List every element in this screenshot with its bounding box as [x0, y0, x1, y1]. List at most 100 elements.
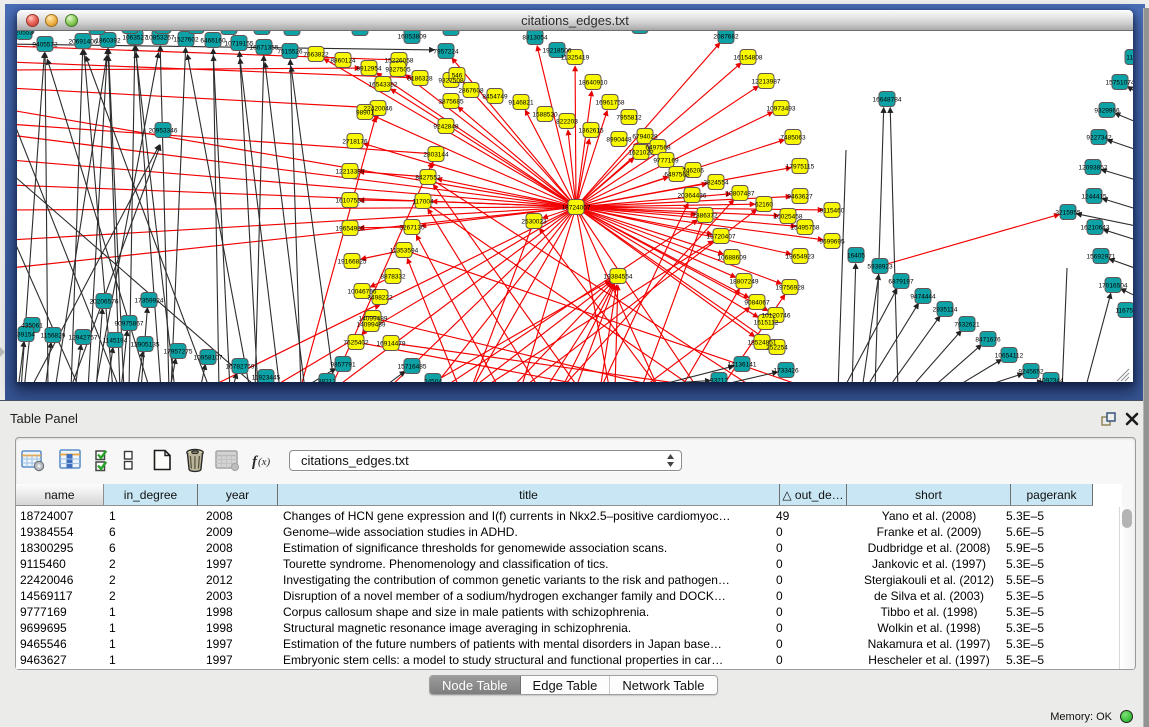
svg-text:24504: 24504 — [424, 378, 442, 382]
svg-text:8878332: 8878332 — [380, 273, 406, 280]
svg-text:9857791: 9857791 — [330, 361, 356, 368]
svg-text:9242848: 9242848 — [433, 123, 459, 130]
svg-text:10025458: 10025458 — [774, 213, 803, 220]
svg-text:14136141: 14136141 — [728, 361, 757, 368]
svg-text:20953346: 20953346 — [149, 127, 178, 134]
svg-text:6794028: 6794028 — [632, 133, 658, 140]
svg-text:11353594: 11353594 — [390, 247, 419, 254]
svg-text:2803144: 2803144 — [423, 151, 449, 158]
svg-text:9245652: 9245652 — [1018, 368, 1044, 375]
svg-text:1860392: 1860392 — [95, 37, 121, 44]
svg-text:546: 546 — [452, 72, 463, 79]
svg-text:12905135: 12905135 — [131, 341, 160, 348]
svg-text:1733426: 1733426 — [773, 367, 799, 374]
svg-text:6879197: 6879197 — [888, 278, 914, 285]
svg-text:17016504: 17016504 — [1099, 282, 1128, 289]
svg-text:17957275: 17957275 — [164, 348, 193, 355]
svg-text:10973493: 10973493 — [767, 105, 796, 112]
svg-text:1527602: 1527602 — [173, 36, 199, 43]
svg-text:2935114: 2935114 — [933, 306, 958, 313]
svg-text:9084067: 9084067 — [744, 299, 770, 306]
svg-text:9405572: 9405572 — [32, 41, 58, 48]
svg-text:1063527: 1063527 — [122, 34, 148, 41]
svg-text:15720407: 15720407 — [707, 233, 736, 240]
svg-text:7625402: 7625402 — [343, 339, 369, 346]
svg-text:19756928: 19756928 — [776, 284, 805, 291]
svg-text:8454749: 8454749 — [482, 93, 508, 100]
svg-text:7957224: 7957224 — [433, 48, 459, 55]
svg-text:88212: 88212 — [318, 378, 336, 382]
svg-text:18807249: 18807249 — [730, 278, 759, 285]
svg-text:9115460: 9115460 — [820, 207, 845, 214]
svg-text:18724007: 18724007 — [562, 204, 591, 211]
svg-text:19218506: 19218506 — [543, 47, 572, 54]
svg-text:8990448: 8990448 — [606, 136, 632, 143]
svg-text:5938923: 5938923 — [867, 263, 893, 270]
svg-text:12942757: 12942757 — [69, 334, 98, 341]
svg-text:2087682: 2087682 — [713, 33, 739, 40]
svg-text:11923445: 11923445 — [252, 374, 281, 381]
svg-text:16053809: 16053809 — [398, 33, 427, 40]
svg-text:16648784: 16648784 — [873, 96, 902, 103]
svg-text:3498222: 3498222 — [367, 294, 393, 301]
svg-text:62160: 62160 — [755, 201, 773, 208]
svg-text:8471676: 8471676 — [975, 336, 1001, 343]
svg-text:19654985: 19654985 — [336, 225, 365, 232]
svg-text:1092344: 1092344 — [1038, 377, 1064, 382]
svg-text:1145194: 1145194 — [103, 337, 128, 344]
svg-text:3215955: 3215955 — [1055, 209, 1081, 216]
svg-text:16107553: 16107553 — [336, 197, 365, 204]
svg-text:19654923: 19654923 — [786, 253, 815, 260]
svg-text:15751074: 15751074 — [1106, 79, 1133, 86]
svg-text:7632621: 7632621 — [954, 321, 980, 328]
svg-text:98901: 98901 — [356, 109, 374, 116]
svg-text:10654112: 10654112 — [995, 352, 1024, 359]
svg-text:39154: 39154 — [17, 331, 35, 338]
svg-text:1156829: 1156829 — [41, 332, 66, 339]
svg-text:12093852: 12093852 — [1079, 164, 1108, 171]
svg-text:746206: 746206 — [682, 167, 704, 174]
svg-text:3824554: 3824554 — [703, 179, 729, 186]
svg-text:2530023: 2530023 — [521, 218, 547, 225]
svg-text:9146821: 9146821 — [508, 99, 534, 106]
svg-text:7386372: 7386372 — [692, 212, 718, 219]
svg-text:16154808: 16154808 — [734, 54, 763, 61]
svg-text:8186328: 8186328 — [407, 75, 433, 82]
svg-text:435061: 435061 — [21, 322, 43, 329]
svg-text:20691406: 20691406 — [69, 38, 98, 45]
svg-text:2867608: 2867608 — [458, 87, 484, 94]
svg-text:9227342: 9227342 — [1086, 134, 1112, 141]
svg-text:16543382: 16543382 — [369, 81, 398, 88]
svg-text:90975867: 90975867 — [115, 320, 144, 327]
svg-text:7485063: 7485063 — [780, 134, 806, 141]
svg-text:19384554: 19384554 — [604, 273, 633, 280]
svg-text:16961758: 16961758 — [596, 99, 625, 106]
svg-text:15226058: 15226058 — [385, 57, 414, 64]
svg-text:3267130: 3267130 — [399, 224, 425, 231]
svg-text:11325419: 11325419 — [561, 54, 590, 61]
svg-text:9329966: 9329966 — [1094, 107, 1120, 114]
svg-text:7663822: 7663822 — [303, 51, 329, 58]
svg-text:10120746: 10120746 — [762, 312, 791, 319]
svg-text:9463627: 9463627 — [787, 193, 813, 200]
svg-text:9699695: 9699695 — [819, 238, 845, 245]
svg-text:3875685: 3875685 — [438, 98, 464, 105]
svg-text:14099489: 14099489 — [357, 321, 386, 328]
svg-text:16914479: 16914479 — [377, 340, 406, 347]
svg-text:7515526: 7515526 — [277, 48, 303, 55]
svg-text:822203: 822203 — [556, 118, 578, 125]
svg-text:9474444: 9474444 — [910, 293, 936, 300]
svg-text:16671355: 16671355 — [250, 44, 279, 51]
svg-text:93212: 93212 — [710, 377, 728, 382]
svg-text:15716485: 15716485 — [398, 363, 427, 370]
svg-text:10958107: 10958107 — [194, 354, 223, 361]
svg-text:252254: 252254 — [766, 344, 788, 351]
svg-text:10853267: 10853267 — [146, 34, 175, 41]
svg-text:8912954: 8912954 — [356, 65, 382, 72]
svg-text:117004: 117004 — [412, 198, 434, 205]
svg-text:18640910: 18640910 — [579, 79, 608, 86]
svg-text:8427552: 8427552 — [415, 174, 441, 181]
svg-text:1117: 1117 — [1126, 54, 1133, 61]
svg-text:7955812: 7955812 — [616, 114, 642, 121]
svg-text:9327505: 9327505 — [385, 66, 411, 73]
